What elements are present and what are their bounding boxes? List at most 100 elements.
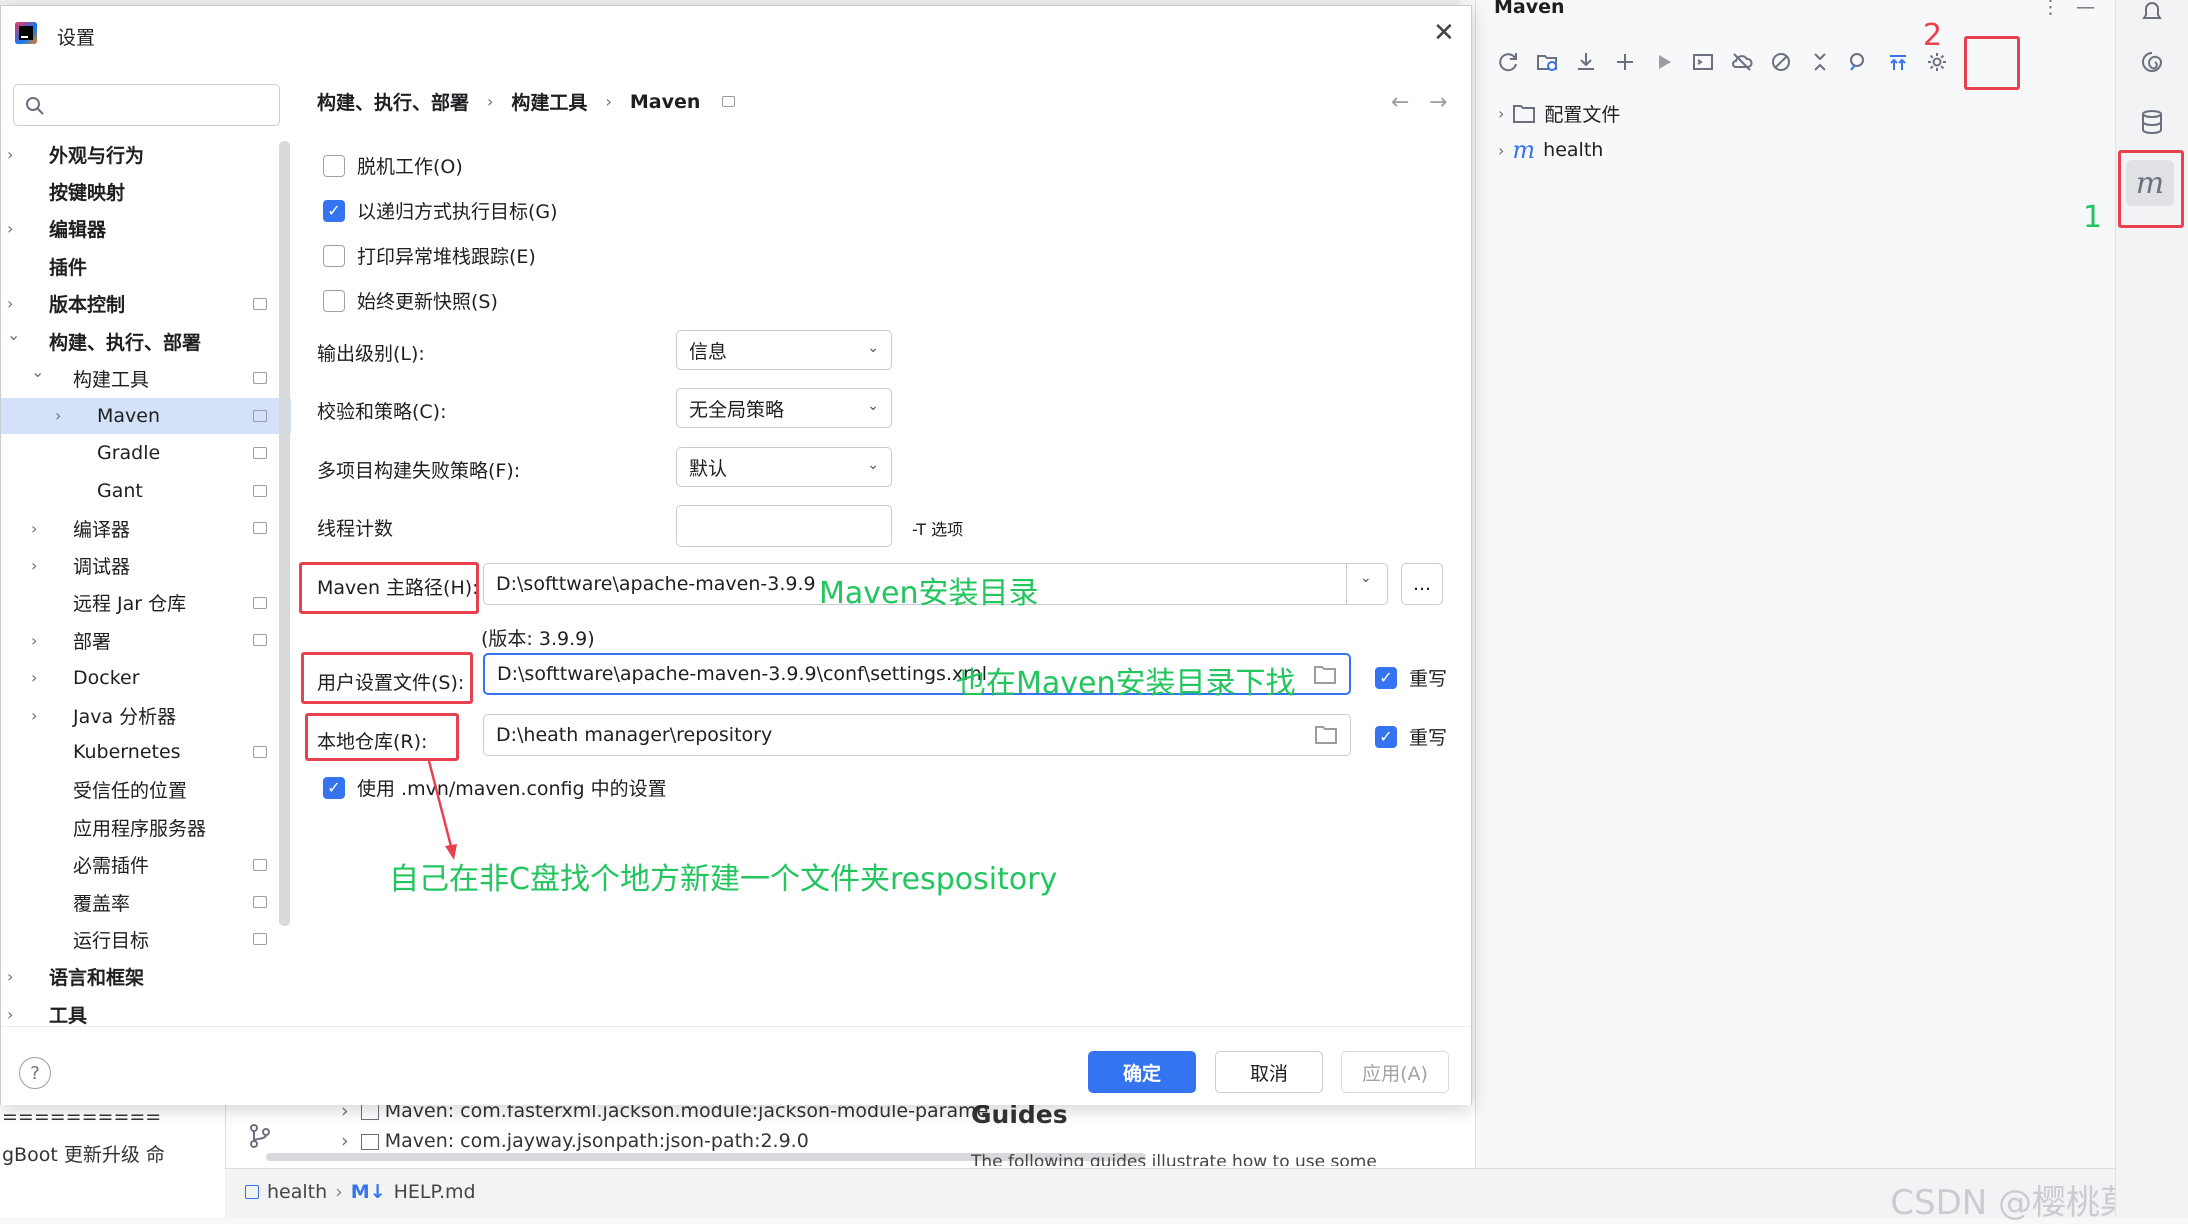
plus-icon[interactable] [1611, 48, 1639, 76]
add-maven-project-icon[interactable] [1533, 48, 1561, 76]
notifications-icon[interactable] [2138, 0, 2166, 28]
pin-icon[interactable] [253, 297, 267, 310]
maven-tree-item[interactable]: › 配置文件 [1498, 100, 1620, 127]
ok-button[interactable]: 确定 [1088, 1051, 1196, 1093]
close-icon[interactable]: ✕ [1433, 18, 1455, 48]
maven-tree-item[interactable]: › m health [1498, 136, 1603, 164]
breadcrumb-item[interactable]: 构建工具 [511, 88, 587, 115]
override-settings-option[interactable]: ✓ 重写 [1375, 664, 1447, 691]
nav-item[interactable]: 受信任的位置 [1, 772, 291, 808]
nav-item[interactable]: 必需插件 [1, 847, 291, 883]
nav-item[interactable]: 运行目标 [1, 921, 291, 957]
breadcrumb-item[interactable]: 构建、执行、部署 [317, 88, 469, 115]
pin-icon[interactable] [253, 409, 267, 422]
cancel-button[interactable]: 取消 [1215, 1051, 1323, 1093]
nav-item[interactable]: › 语言和框架 [1, 959, 291, 995]
stacktrace-option[interactable]: 打印异常堆栈跟踪(E) [323, 242, 536, 269]
nav-item[interactable]: Gant [1, 473, 291, 509]
snapshots-option[interactable]: 始终更新快照(S) [323, 287, 498, 314]
recursive-checkbox[interactable]: ✓ [323, 199, 345, 222]
pin-icon[interactable] [253, 634, 267, 647]
output-level-select[interactable]: 信息 ⌄ [676, 330, 892, 370]
mvn-config-checkbox[interactable]: ✓ [323, 776, 345, 799]
more-options-icon[interactable]: ⋮ [2041, 0, 2060, 18]
ai-assistant-icon[interactable] [2138, 48, 2166, 80]
nav-item[interactable]: Gradle [1, 435, 291, 471]
pin-icon[interactable] [253, 447, 267, 460]
pin-icon[interactable] [253, 933, 267, 946]
nav-item[interactable]: › Java 分析器 [1, 697, 291, 733]
chevron-down-icon[interactable]: ⌄ [31, 362, 44, 381]
skip-tests-icon[interactable] [1767, 48, 1795, 76]
analyze-dependencies-icon[interactable] [1845, 48, 1873, 76]
recursive-option[interactable]: ✓ 以递归方式执行目标(G) [323, 197, 558, 224]
chevron-right-icon[interactable]: › [7, 219, 19, 238]
nav-item[interactable]: › 外观与行为 [1, 136, 291, 172]
stacktrace-checkbox[interactable] [323, 244, 345, 267]
nav-item[interactable]: › Maven [1, 397, 291, 434]
show-dependencies-icon[interactable] [1884, 48, 1912, 76]
minimize-icon[interactable]: — [2076, 0, 2095, 18]
nav-item[interactable]: › 版本控制 [1, 286, 291, 322]
reload-icon[interactable] [1494, 48, 1522, 76]
nav-item[interactable]: 覆盖率 [1, 884, 291, 920]
nav-item[interactable]: 远程 Jar 仓库 [1, 585, 291, 621]
override-settings-checkbox[interactable]: ✓ [1375, 666, 1397, 689]
pin-icon[interactable] [253, 746, 267, 759]
pin-icon[interactable] [253, 522, 267, 534]
chevron-right-icon[interactable]: › [31, 631, 43, 650]
threads-input[interactable] [676, 505, 892, 547]
pin-icon[interactable] [253, 896, 267, 908]
chevron-right-icon[interactable]: › [31, 519, 43, 538]
nav-item[interactable]: 插件 [1, 248, 291, 284]
folder-icon[interactable] [1313, 664, 1337, 686]
nav-item[interactable]: › 调试器 [1, 547, 291, 583]
chevron-right-icon[interactable]: › [7, 145, 19, 164]
settings-search-input[interactable] [13, 84, 280, 126]
offline-option[interactable]: 脱机工作(O) [323, 152, 463, 179]
execute-goal-icon[interactable] [1689, 48, 1717, 76]
forward-arrow-icon[interactable]: → [1429, 90, 1447, 115]
nav-item[interactable]: 应用程序服务器 [1, 809, 291, 845]
chevron-right-icon[interactable]: › [31, 556, 43, 575]
local-repo-input[interactable]: D:\heath manager\repository [483, 714, 1351, 756]
help-icon[interactable]: ? [19, 1057, 51, 1089]
nav-scrollbar[interactable] [279, 141, 290, 926]
chevron-right-icon[interactable]: › [31, 706, 43, 725]
database-icon[interactable] [2138, 108, 2166, 140]
nav-item[interactable]: 按键映射 [1, 173, 291, 209]
mvn-config-option[interactable]: ✓ 使用 .mvn/maven.config 中的设置 [323, 774, 667, 801]
download-icon[interactable] [1572, 48, 1600, 76]
chevron-down-icon[interactable]: ⌄ [1360, 570, 1372, 586]
nav-item[interactable]: Kubernetes [1, 734, 291, 770]
nav-item[interactable]: › 编辑器 [1, 211, 291, 247]
offline-mode-icon[interactable] [1728, 48, 1756, 76]
pin-icon[interactable] [722, 96, 736, 107]
chevron-right-icon[interactable]: › [55, 406, 67, 425]
browse-maven-home-button[interactable]: ... [1401, 563, 1443, 605]
collapse-all-icon[interactable] [1806, 48, 1834, 76]
pin-icon[interactable] [253, 596, 267, 609]
chevron-right-icon[interactable]: › [7, 294, 19, 313]
snapshots-checkbox[interactable] [323, 289, 345, 312]
chevron-right-icon[interactable]: › [7, 1005, 19, 1024]
checksum-select[interactable]: 无全局策略 ⌄ [676, 388, 892, 428]
nav-item[interactable]: › Docker [1, 660, 291, 696]
chevron-right-icon[interactable]: › [7, 967, 19, 986]
failure-policy-select[interactable]: 默认 ⌄ [676, 447, 892, 487]
offline-checkbox[interactable] [323, 154, 345, 177]
nav-item[interactable]: › 编译器 [1, 510, 291, 546]
back-arrow-icon[interactable]: ← [1391, 90, 1409, 115]
run-icon[interactable] [1650, 48, 1678, 76]
pin-icon[interactable] [253, 372, 267, 385]
status-breadcrumb[interactable]: health › M↓ HELP.md [245, 1181, 476, 1203]
apply-button[interactable]: 应用(A) [1341, 1051, 1449, 1093]
nav-item[interactable]: ⌄ 构建、执行、部署 [1, 323, 291, 359]
nav-item[interactable]: ⌄ 构建工具 [1, 360, 291, 396]
folder-icon[interactable] [1314, 724, 1338, 746]
chevron-right-icon[interactable]: › [31, 668, 43, 687]
chevron-down-icon[interactable]: ⌄ [7, 325, 20, 344]
git-branch-icon[interactable] [246, 1122, 274, 1150]
pin-icon[interactable] [253, 858, 267, 871]
override-repo-checkbox[interactable]: ✓ [1375, 725, 1397, 748]
